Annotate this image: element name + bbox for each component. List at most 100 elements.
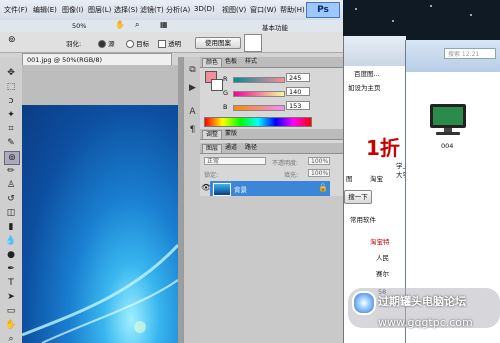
fill-label: 填充: [284, 172, 299, 179]
pattern-picker[interactable] [244, 34, 262, 52]
b-label: B [223, 103, 228, 111]
shape-tool-icon[interactable]: ▭ [4, 305, 18, 317]
actions-icon[interactable]: ▶ [187, 83, 198, 94]
forum-logo-icon [352, 291, 376, 315]
options-bar: ⊚ 羽化: 源 目标 透明 使用图案 [0, 32, 343, 53]
search-button[interactable]: 搜一下 [344, 190, 372, 204]
layer-row-background[interactable]: 背景 🔒 [210, 181, 330, 196]
zoom-tool-icon[interactable]: ⌕ [4, 333, 18, 343]
link-taobao-special[interactable]: 淘宝特 [370, 236, 390, 246]
tab-image[interactable]: 图 [346, 173, 353, 183]
file-name[interactable]: 004 [441, 142, 453, 150]
history-brush-icon[interactable]: ↺ [4, 193, 18, 205]
move-tool-icon[interactable]: ✥ [4, 67, 18, 79]
opacity-input[interactable]: 100% [308, 157, 330, 165]
marquee-tool-icon[interactable]: ⬚ [4, 81, 18, 93]
tab-swatches[interactable]: 色板 [222, 58, 240, 66]
patch-tool-icon-active[interactable]: ⊚ [4, 151, 20, 165]
desktop-star [430, 5, 432, 7]
gradient-tool-icon[interactable]: ▮ [4, 221, 18, 233]
link-common-software[interactable]: 常用软件 [350, 214, 376, 224]
tab-layers[interactable]: 图层 [202, 144, 223, 153]
target-label: 目标 [136, 40, 150, 48]
browser-toolbar [344, 36, 406, 66]
r-slider[interactable] [233, 77, 285, 83]
desktop-star [355, 8, 357, 10]
photoshop-window: 文件(F) 编辑(E) 图像(I) 图层(L) 选择(S) 滤镜(T) 分析(A… [0, 0, 343, 343]
g-value[interactable]: 140 [286, 87, 310, 96]
tab-color[interactable]: 颜色 [202, 58, 223, 67]
transparent-checkbox[interactable]: 透明 [158, 38, 181, 48]
r-value[interactable]: 245 [286, 73, 310, 82]
paragraph-icon[interactable]: ¶ [187, 125, 198, 136]
eyedropper-icon[interactable]: ✎ [4, 137, 18, 149]
hand-tool-icon[interactable]: ✋ [115, 20, 125, 29]
promo-banner[interactable]: 1折 [366, 132, 400, 161]
opacity-label: 不透明度: [272, 160, 299, 167]
layers-empty-area [200, 196, 343, 343]
crop-tool-icon[interactable]: ⌗ [4, 123, 18, 135]
feather-label: 羽化: [66, 40, 82, 48]
lock-label: 锁定: [204, 172, 219, 179]
g-label: G [223, 89, 229, 97]
magic-wand-icon[interactable]: ✦ [4, 109, 18, 121]
g-slider[interactable] [233, 91, 285, 97]
color-ramp[interactable] [204, 117, 312, 127]
tab-channels[interactable]: 通道 [222, 144, 240, 152]
document-canvas[interactable] [22, 65, 178, 343]
b-value[interactable]: 153 [286, 101, 310, 110]
hand-tool-icon[interactable]: ✋ [4, 319, 18, 331]
adjust-panel-tabs: 调整 蒙版 [200, 129, 343, 140]
background-color-swatch[interactable] [211, 79, 223, 91]
watermark-title: 过期罐头电脑论坛 [378, 295, 466, 308]
ps-logo: Ps [306, 2, 340, 18]
document-tab[interactable]: 001.jpg @ 50%(RGB/8) [22, 53, 172, 65]
tab-adjustments[interactable]: 调整 [202, 130, 223, 139]
zoom-tool-icon[interactable]: ⌕ [135, 20, 139, 30]
list-item[interactable]: 赛尔 [376, 268, 389, 278]
b-slider[interactable] [233, 105, 285, 111]
arrange-icon[interactable]: ▦ [160, 20, 168, 29]
target-radio[interactable]: 目标 [126, 38, 149, 48]
lock-icon: 🔒 [318, 183, 328, 192]
blur-tool-icon[interactable]: 💧 [4, 235, 18, 247]
character-icon[interactable]: A [187, 107, 198, 118]
watermark-url: www.gqgtpc.com [378, 316, 473, 329]
lasso-tool-icon[interactable]: ↄ [4, 95, 18, 107]
eraser-tool-icon[interactable]: ◫ [4, 207, 18, 219]
color-panel-tabs: 颜色 色板 样式 [200, 57, 343, 68]
tab-taobao[interactable]: 淘宝 [370, 173, 383, 183]
history-icon[interactable]: ⧉ [187, 65, 198, 76]
toolbox: ✥ ⬚ ↄ ✦ ⌗ ✎ ⊚ ✏ ♙ ↺ ◫ ▮ 💧 ● ✒ T ➤ ▭ ✋ ⌕ [0, 57, 23, 343]
wallpaper-swoosh [22, 243, 178, 343]
list-item[interactable]: 人民 [376, 252, 389, 262]
patch-tool-icon[interactable]: ⊚ [8, 35, 16, 45]
blend-mode-select[interactable]: 正常 [204, 157, 266, 165]
dodge-tool-icon[interactable]: ● [4, 249, 18, 261]
eye-icon[interactable]: 👁 [201, 183, 211, 193]
layer-name: 背景 [234, 186, 247, 194]
tab-paths[interactable]: 路径 [242, 144, 260, 152]
browser-tab[interactable]: 百度图... [354, 68, 380, 78]
tab-styles[interactable]: 样式 [242, 58, 260, 66]
tab-masks[interactable]: 蒙版 [222, 130, 240, 138]
monitor-file-icon[interactable] [426, 102, 470, 138]
workspace-switcher[interactable]: 基本功能 [262, 22, 288, 32]
path-select-icon[interactable]: ➤ [4, 291, 18, 303]
source-label: 源 [108, 40, 115, 48]
layer-thumbnail [213, 183, 231, 196]
type-tool-icon[interactable]: T [4, 277, 18, 289]
document-image [22, 105, 178, 343]
explorer-search-input[interactable]: 搜索 12:21 [444, 48, 496, 59]
r-label: R [223, 75, 228, 83]
browser-nav-text[interactable]: 如设为主页 [348, 82, 381, 92]
source-radio[interactable]: 源 [98, 38, 115, 48]
zoom-level[interactable]: 50% [72, 22, 86, 30]
fill-input[interactable]: 100% [308, 169, 330, 177]
stamp-tool-icon[interactable]: ♙ [4, 179, 18, 191]
pen-tool-icon[interactable]: ✒ [4, 263, 18, 275]
use-pattern-button[interactable]: 使用图案 [195, 37, 241, 49]
brush-tool-icon[interactable]: ✏ [4, 165, 18, 177]
transparent-label: 透明 [168, 40, 182, 48]
desktop-star [470, 14, 472, 16]
